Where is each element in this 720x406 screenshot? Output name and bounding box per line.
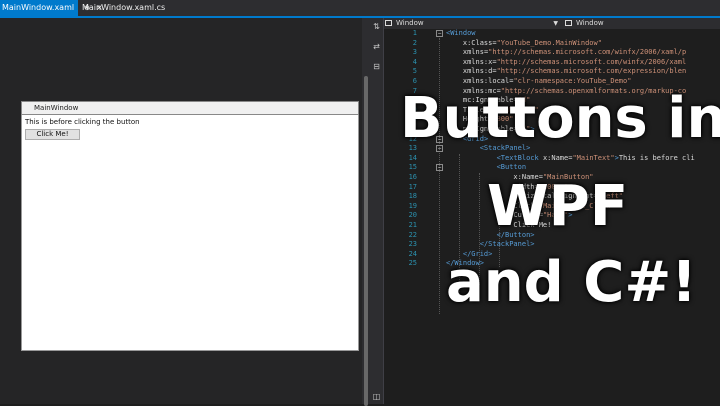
code-text: xmlns:d="http://schemas.microsoft.com/ex…: [446, 67, 687, 76]
line-number: 5: [412, 67, 417, 76]
code-text: <Button: [496, 163, 527, 172]
chevron-down-icon: ▼: [553, 20, 558, 27]
line-number: 16: [408, 173, 417, 181]
code-line[interactable]: 4 xmlns:x="http://schemas.microsoft.com/…: [384, 58, 720, 68]
line-number: 25: [408, 259, 417, 268]
element-dropdown[interactable]: Window ▼: [384, 18, 562, 29]
fold-toggle-icon[interactable]: −: [436, 164, 443, 172]
code-line[interactable]: 5 xmlns:d="http://schemas.microsoft.com/…: [384, 67, 720, 77]
line-number: 21: [408, 221, 417, 229]
collapse-pane-icon[interactable]: ⊟: [372, 62, 381, 71]
split-toolbar: ⇅ ⇄ ⊟ ◫: [370, 18, 384, 404]
split-vertical-icon[interactable]: ⇄: [372, 42, 381, 51]
preview-titlebar: MainWindow: [21, 101, 359, 115]
tab-mainwindow-xaml-cs[interactable]: MainWindow.xaml.cs: [80, 0, 171, 16]
line-number: 14: [408, 153, 417, 162]
member-dropdown[interactable]: Window: [564, 18, 720, 29]
preview-textblock: This is before clicking the button: [25, 118, 140, 126]
preview-click-button[interactable]: Click Me!: [25, 129, 80, 140]
tab-mainwindow-xaml[interactable]: MainWindow.xaml ⊕ ×: [0, 0, 103, 16]
fold-toggle-icon[interactable]: −: [436, 30, 443, 37]
line-number: 2: [412, 38, 417, 47]
line-number: 3: [412, 48, 417, 57]
code-line[interactable]: 1 − <Window: [384, 29, 720, 39]
line-number: 15: [408, 163, 417, 172]
document-tab-bar: MainWindow.xaml ⊕ × MainWindow.xaml.cs: [0, 0, 720, 18]
code-line[interactable]: 14 <TextBlock x:Name="MainText">This is …: [384, 154, 720, 164]
tab-label: MainWindow.xaml: [2, 3, 75, 12]
line-number: 1: [412, 29, 417, 37]
line-number: 23: [408, 240, 417, 249]
code-text: xmlns="http://schemas.microsoft.com/winf…: [446, 48, 687, 57]
code-line[interactable]: 2 x:Class="YouTube_Demo.MainWindow": [384, 39, 720, 49]
scrollbar-thumb[interactable]: [364, 76, 368, 406]
line-number: 4: [412, 57, 417, 66]
element-icon: [385, 20, 392, 26]
line-number: 24: [408, 249, 417, 258]
code-line[interactable]: 15 − <Button: [384, 163, 720, 173]
line-number: 20: [408, 211, 417, 220]
element-dropdown-label: Window: [396, 19, 424, 27]
overlay-title-line-1: Buttons in: [400, 86, 720, 151]
element-icon: [565, 20, 572, 26]
code-text: xmlns:x="http://schemas.microsoft.com/wi…: [446, 57, 687, 66]
line-number: 22: [408, 230, 417, 239]
swap-panes-icon[interactable]: ⇅: [372, 22, 381, 31]
overlay-title-line-2: WPF: [487, 174, 629, 239]
overlay-title-line-3: and C#!: [446, 250, 697, 315]
code-text: x:Class="YouTube_Demo.MainWindow": [446, 38, 602, 47]
navigation-bar: Window ▼ Window: [384, 18, 720, 29]
member-dropdown-label: Window: [576, 19, 604, 27]
line-number: 19: [408, 201, 417, 210]
code-text: </StackPanel>: [479, 240, 535, 249]
split-horizontal-icon[interactable]: ◫: [372, 392, 381, 401]
tab-label: MainWindow.xaml.cs: [82, 3, 166, 12]
code-text: <TextBlock x:Name="MainText">This is bef…: [496, 153, 695, 162]
code-text: <Window: [446, 29, 476, 37]
code-line[interactable]: 3 xmlns="http://schemas.microsoft.com/wi…: [384, 48, 720, 58]
line-number: 18: [408, 192, 417, 201]
line-number: 17: [408, 182, 417, 191]
code-line[interactable]: 23 </StackPanel>: [384, 240, 720, 250]
designer-scrollbar[interactable]: [362, 18, 370, 406]
window-preview: MainWindow This is before clicking the b…: [21, 101, 359, 351]
